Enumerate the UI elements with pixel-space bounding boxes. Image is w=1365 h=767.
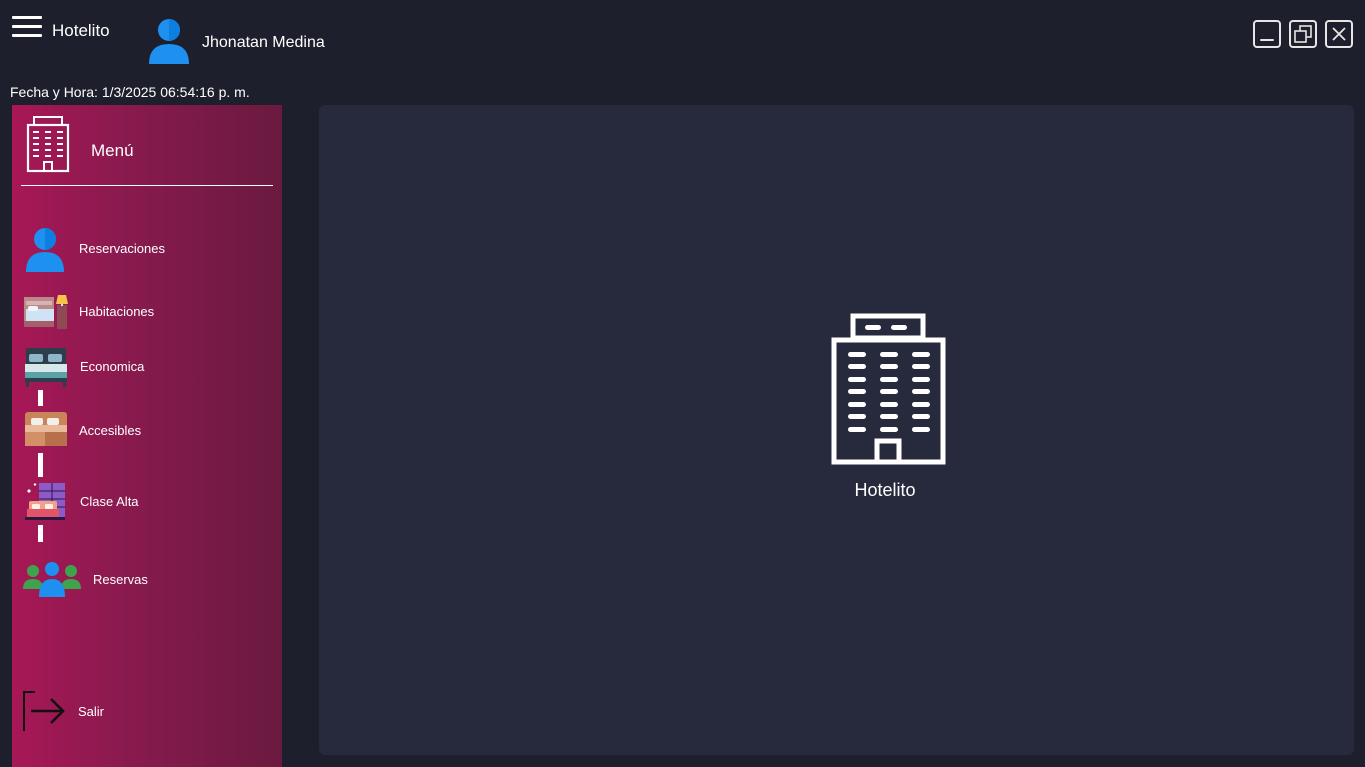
exit-label: Salir <box>78 704 105 719</box>
minimize-button[interactable] <box>1253 20 1281 48</box>
sidebar-item-label: Accesibles <box>79 423 142 438</box>
sidebar-item-label: Economica <box>80 359 145 374</box>
sidebar-item-label: Reservaciones <box>79 241 165 256</box>
luxury-room-icon <box>25 483 65 520</box>
sidebar-menu: Menú Reservaciones Habitaciones Economic… <box>12 105 282 767</box>
bedroom-icon <box>24 295 68 329</box>
sidebar-item-reservas[interactable]: Reservas <box>12 557 282 603</box>
exit-icon <box>23 691 65 731</box>
hotel-building-icon <box>26 116 70 173</box>
sidebar-item-label: Clase Alta <box>80 494 139 509</box>
menu-title: Menú <box>91 141 134 160</box>
restore-button[interactable] <box>1289 20 1317 48</box>
group-icon <box>23 562 81 597</box>
close-button[interactable] <box>1325 20 1353 48</box>
sidebar-item-label: Reservas <box>93 572 148 587</box>
app-title: Hotelito <box>52 21 110 40</box>
user-avatar-icon <box>149 19 189 64</box>
restore-icon <box>1294 25 1312 43</box>
sidebar-item-reservaciones[interactable]: Reservaciones <box>12 226 282 272</box>
person-icon <box>26 228 64 272</box>
tree-connector <box>38 453 43 477</box>
user-name: Jhonatan Medina <box>202 34 325 51</box>
sidebar-item-label: Habitaciones <box>79 304 155 319</box>
datetime-label: Fecha y Hora: 1/3/2025 06:54:16 p. m. <box>10 84 250 100</box>
sidebar-item-clase-alta[interactable]: Clase Alta <box>12 479 282 525</box>
sidebar-item-economica[interactable]: Economica <box>12 344 282 390</box>
main-panel: Hotelito <box>319 105 1354 755</box>
close-icon <box>1332 27 1346 41</box>
sidebar-item-accesibles[interactable]: Accesibles <box>12 408 282 454</box>
tree-connector <box>38 525 43 542</box>
tree-connector <box>38 390 43 406</box>
exit-button[interactable]: Salir <box>12 689 282 735</box>
hotel-building-icon <box>831 313 946 465</box>
double-bed-icon <box>25 348 67 387</box>
sidebar-item-habitaciones[interactable]: Habitaciones <box>12 289 282 335</box>
hamburger-menu-icon[interactable] <box>12 16 42 38</box>
main-caption: Hotelito <box>854 480 916 500</box>
bed-icon <box>25 412 67 446</box>
minimize-icon <box>1260 39 1274 41</box>
menu-divider <box>21 185 273 186</box>
